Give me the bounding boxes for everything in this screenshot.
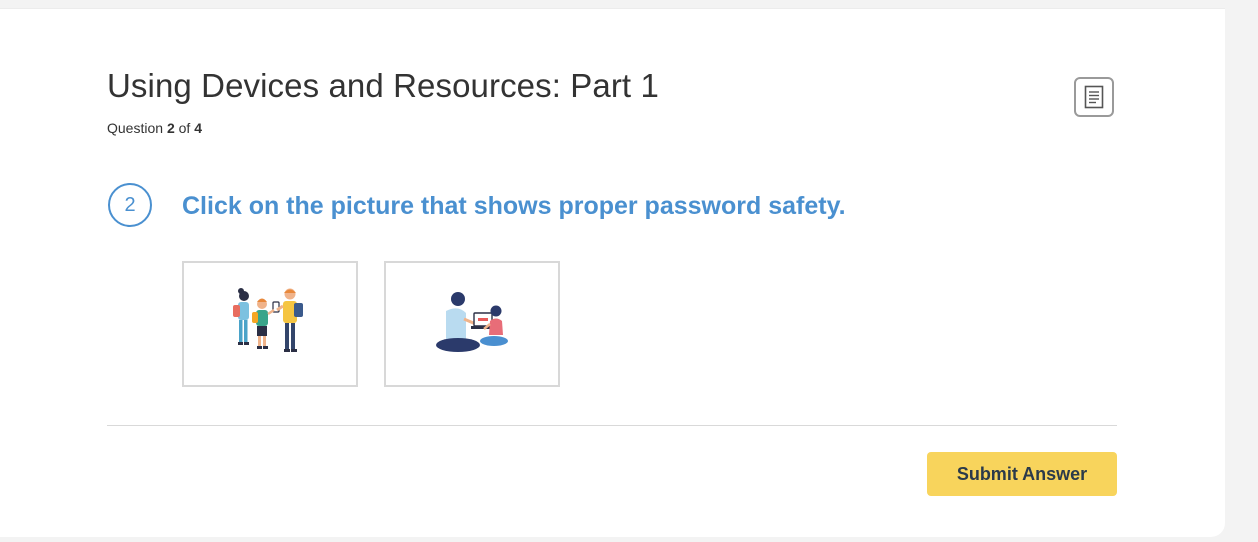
notes-button[interactable] <box>1074 77 1114 117</box>
answer-choice-2[interactable] <box>384 261 560 387</box>
answer-choice-1[interactable] <box>182 261 358 387</box>
submit-answer-button[interactable]: Submit Answer <box>927 452 1117 496</box>
progress-current: 2 <box>166 120 175 136</box>
question-number-badge: 2 <box>108 183 152 227</box>
quiz-card: Using Devices and Resources: Part 1 Ques… <box>0 9 1225 537</box>
children-sharing-phone-illustration <box>233 288 303 352</box>
quiz-title: Using Devices and Resources: Part 1 <box>107 67 659 104</box>
adult-helping-child-at-laptop-illustration <box>436 292 508 352</box>
question-prompt: Click on the picture that shows proper p… <box>182 192 846 220</box>
progress-of: of <box>178 120 191 136</box>
progress-total: 4 <box>194 120 202 136</box>
document-icon <box>1084 85 1104 109</box>
question-progress: Question 2 of 4 <box>107 120 202 136</box>
footer-divider <box>107 425 1117 426</box>
progress-prefix: Question <box>107 120 164 136</box>
